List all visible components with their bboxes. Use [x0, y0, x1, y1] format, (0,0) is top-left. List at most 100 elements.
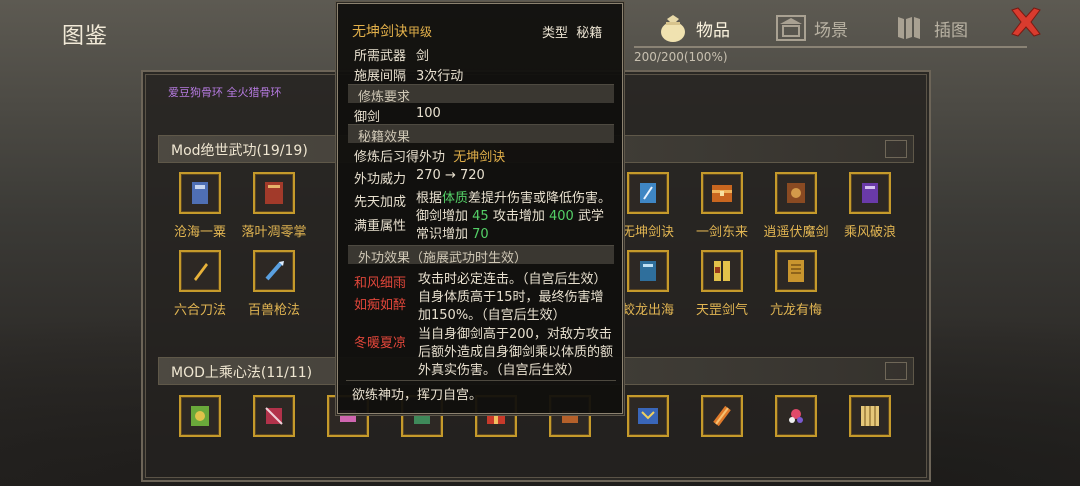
item-slot[interactable]: 逍遥伏魔剑 [759, 172, 833, 252]
tooltip-innate-text: 根据体质差提升伤害或降低伤害。 [416, 191, 612, 206]
top-nav: 物品 场景 插图 [648, 6, 1060, 50]
item-frame [849, 172, 891, 214]
orange-scroll-icon [713, 405, 731, 427]
tooltip-effect1-name: 和风细雨 [354, 276, 407, 291]
item-slot[interactable]: 沧海一粟 [163, 172, 237, 252]
item-frame [775, 172, 817, 214]
red-ribbon-book-icon [265, 407, 283, 425]
item-frame [253, 250, 295, 292]
blue-map-icon [638, 408, 658, 424]
item-slot[interactable]: 一剑东来 [685, 172, 759, 252]
tooltip-req-value: 100 [416, 106, 441, 121]
item-slot[interactable]: 天罡剑气 [685, 250, 759, 330]
tooltip-grade: 甲级 [408, 25, 433, 39]
tooltip-learn-skill: 无坤剑诀 [453, 150, 506, 165]
tooltip-footer: 欲练神功，挥刀自宫。 [352, 388, 483, 403]
item-frame [179, 250, 221, 292]
tooltip-interval-value: 3次行动 [416, 69, 464, 84]
tooltip-divider [346, 380, 616, 381]
blue-sword-book-icon [640, 183, 656, 203]
tooltip-weapon-value: 剑 [416, 49, 430, 64]
tooltip-type: 类型 秘籍 [542, 22, 602, 41]
tooltip-type-label: 类型 [542, 26, 569, 41]
tooltip-type-value: 秘籍 [576, 26, 603, 41]
item-frame [179, 395, 221, 437]
tooltip-learn-row: 修炼后习得外功 无坤剑诀 [354, 146, 505, 165]
tooltip-title: 无坤剑诀甲级 [352, 21, 432, 41]
tooltip-effect1-desc: 攻击时必定连击。（自宫后生效） [418, 272, 607, 287]
bamboo-scroll-icon [861, 406, 879, 426]
item-slot[interactable] [163, 395, 237, 475]
golden-blade-icon [194, 263, 208, 281]
tab-illustrations[interactable]: 插图 [894, 6, 968, 50]
tab-scenes[interactable]: 场景 [774, 6, 848, 50]
tooltip-req-header: 修炼要求 [348, 84, 614, 105]
item-frame [627, 172, 669, 214]
section-title: MOD上乘心法(11/11) [171, 365, 313, 381]
collapse-icon [885, 140, 907, 158]
tooltip-weapon-row: 所需武器 [354, 45, 406, 64]
tab-scenes-label: 场景 [814, 20, 848, 41]
page-title: 图鉴 [62, 24, 109, 49]
orange-chest-icon [712, 185, 732, 202]
green-manual-icon [191, 406, 209, 426]
section-title: Mod绝世武功(19/19) [171, 143, 308, 159]
tooltip-full-label: 满重属性 [354, 219, 407, 234]
item-slot[interactable]: 亢龙有悔 [759, 250, 833, 330]
folding-screen-icon [898, 17, 920, 39]
red-book-icon [265, 182, 283, 204]
blue-spear-icon [265, 261, 284, 281]
tooltip-effect3-name: 冬暖夏凉 [354, 336, 407, 351]
item-slot[interactable]: 落叶凋零掌 [237, 172, 311, 252]
item-slot[interactable] [685, 395, 759, 475]
pavilion-icon [776, 15, 806, 41]
purple-book-icon [862, 183, 878, 203]
item-name: 落叶凋零掌 [241, 225, 307, 240]
item-name: 乘风破浪 [843, 225, 896, 240]
item-frame [253, 172, 295, 214]
item-frame [701, 172, 743, 214]
close-icon[interactable] [1008, 4, 1044, 40]
blue-book-icon [192, 182, 208, 204]
item-frame [627, 250, 669, 292]
item-slot[interactable] [237, 395, 311, 475]
golden-manual-icon [788, 260, 804, 282]
tooltip-effect2-name: 如痴如醉 [354, 298, 407, 313]
money-bag-icon [661, 15, 685, 42]
item-slot[interactable]: 百兽枪法 [237, 250, 311, 330]
tooltip-effect3-desc: 当自身御剑高于200，对敌方攻击后额外造成自身御剑乘以体质的额外真实伤害。（自宫… [418, 327, 614, 378]
item-frame [775, 250, 817, 292]
collapse-icon [885, 362, 907, 380]
item-slot[interactable] [759, 395, 833, 475]
tooltip-item-name: 无坤剑诀 [352, 24, 408, 40]
item-frame [627, 395, 669, 437]
tooltip-power-value: 270 → 720 [416, 168, 485, 183]
collection-progress: 200/200(100%) [634, 50, 728, 64]
item-name: 百兽枪法 [247, 303, 300, 318]
tab-items[interactable]: 物品 [656, 6, 730, 50]
purple-note: 爱豆狗骨环 全火猎骨环 [168, 86, 282, 99]
item-frame [775, 395, 817, 437]
tooltip-innate-label: 先天加成 [354, 195, 407, 210]
tab-items-label: 物品 [696, 20, 730, 41]
item-tooltip: 无坤剑诀甲级 类型 秘籍 所需武器 剑 施展间隔 3次行动 修炼要求 御剑 10… [337, 3, 623, 414]
tooltip-full-text: 御剑增加 45 攻击增加 400 武学常识增加 70 [416, 209, 604, 242]
item-frame [701, 250, 743, 292]
brown-tome-icon [787, 183, 805, 203]
tooltip-effect2-desc: 自身体质高于15时，最终伤害增加150%。（自宫后生效） [418, 290, 604, 323]
tooltip-effect-header: 秘籍效果 [348, 124, 614, 145]
item-frame [253, 395, 295, 437]
item-frame [179, 172, 221, 214]
item-frame [701, 395, 743, 437]
yellow-talisman-icon [714, 261, 730, 281]
tooltip-interval-label: 施展间隔 [354, 69, 407, 84]
item-name: 亢龙有悔 [769, 303, 822, 318]
item-slot[interactable]: 六合刀法 [163, 250, 237, 330]
tooltip-power-label: 外功威力 [354, 172, 407, 187]
flower-icon [789, 409, 803, 423]
item-frame [849, 395, 891, 437]
blue-tome-icon [640, 261, 656, 281]
tab-illustrations-label: 插图 [934, 20, 968, 41]
item-slot[interactable] [833, 395, 907, 475]
item-slot[interactable]: 乘风破浪 [833, 172, 907, 252]
